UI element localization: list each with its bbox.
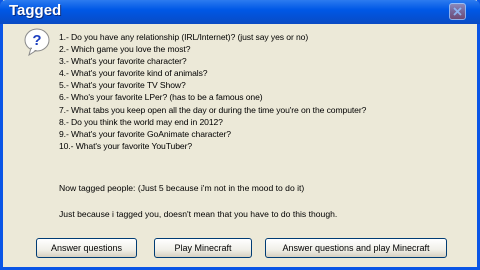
question-line: 9.- What's your favorite GoAnimate chara… — [59, 128, 231, 139]
question-line: 10.- What's your favorite YouTuber? — [59, 140, 193, 151]
question-line: 6.- Who's your favorite LPer? (has to be… — [59, 92, 263, 103]
question-line: 7.- What tabs you keep open all the day … — [59, 104, 367, 115]
answer-questions-button[interactable]: Answer questions — [36, 238, 137, 258]
question-line: 2.- Which game you love the most? — [59, 44, 191, 55]
answer-and-play-button[interactable]: Answer questions and play Minecraft — [265, 238, 447, 258]
close-button[interactable] — [449, 3, 466, 20]
play-minecraft-button[interactable]: Play Minecraft — [154, 238, 252, 258]
tagged-note: Now tagged people: (Just 5 because i'm n… — [59, 183, 305, 193]
question-icon: ? — [23, 27, 51, 62]
disclaimer-note: Just because i tagged you, doesn't mean … — [59, 209, 338, 219]
svg-text:?: ? — [32, 32, 41, 49]
question-list: 1.- Do you have any relationship (IRL/In… — [59, 31, 366, 152]
question-line: 1.- Do you have any relationship (IRL/In… — [59, 32, 309, 42]
question-line: 3.- What's your favorite character? — [59, 56, 187, 67]
question-line: 4.- What's your favorite kind of animals… — [59, 68, 208, 79]
dialog-window: Tagged ? 1.- Do you have any relationshi… — [0, 0, 480, 270]
window-title: Tagged — [9, 2, 62, 19]
question-line: 8.- Do you think the world may end in 20… — [59, 116, 223, 127]
question-line: 5.- What's your favorite TV Show? — [59, 80, 186, 91]
title-bar[interactable]: Tagged — [0, 0, 480, 24]
